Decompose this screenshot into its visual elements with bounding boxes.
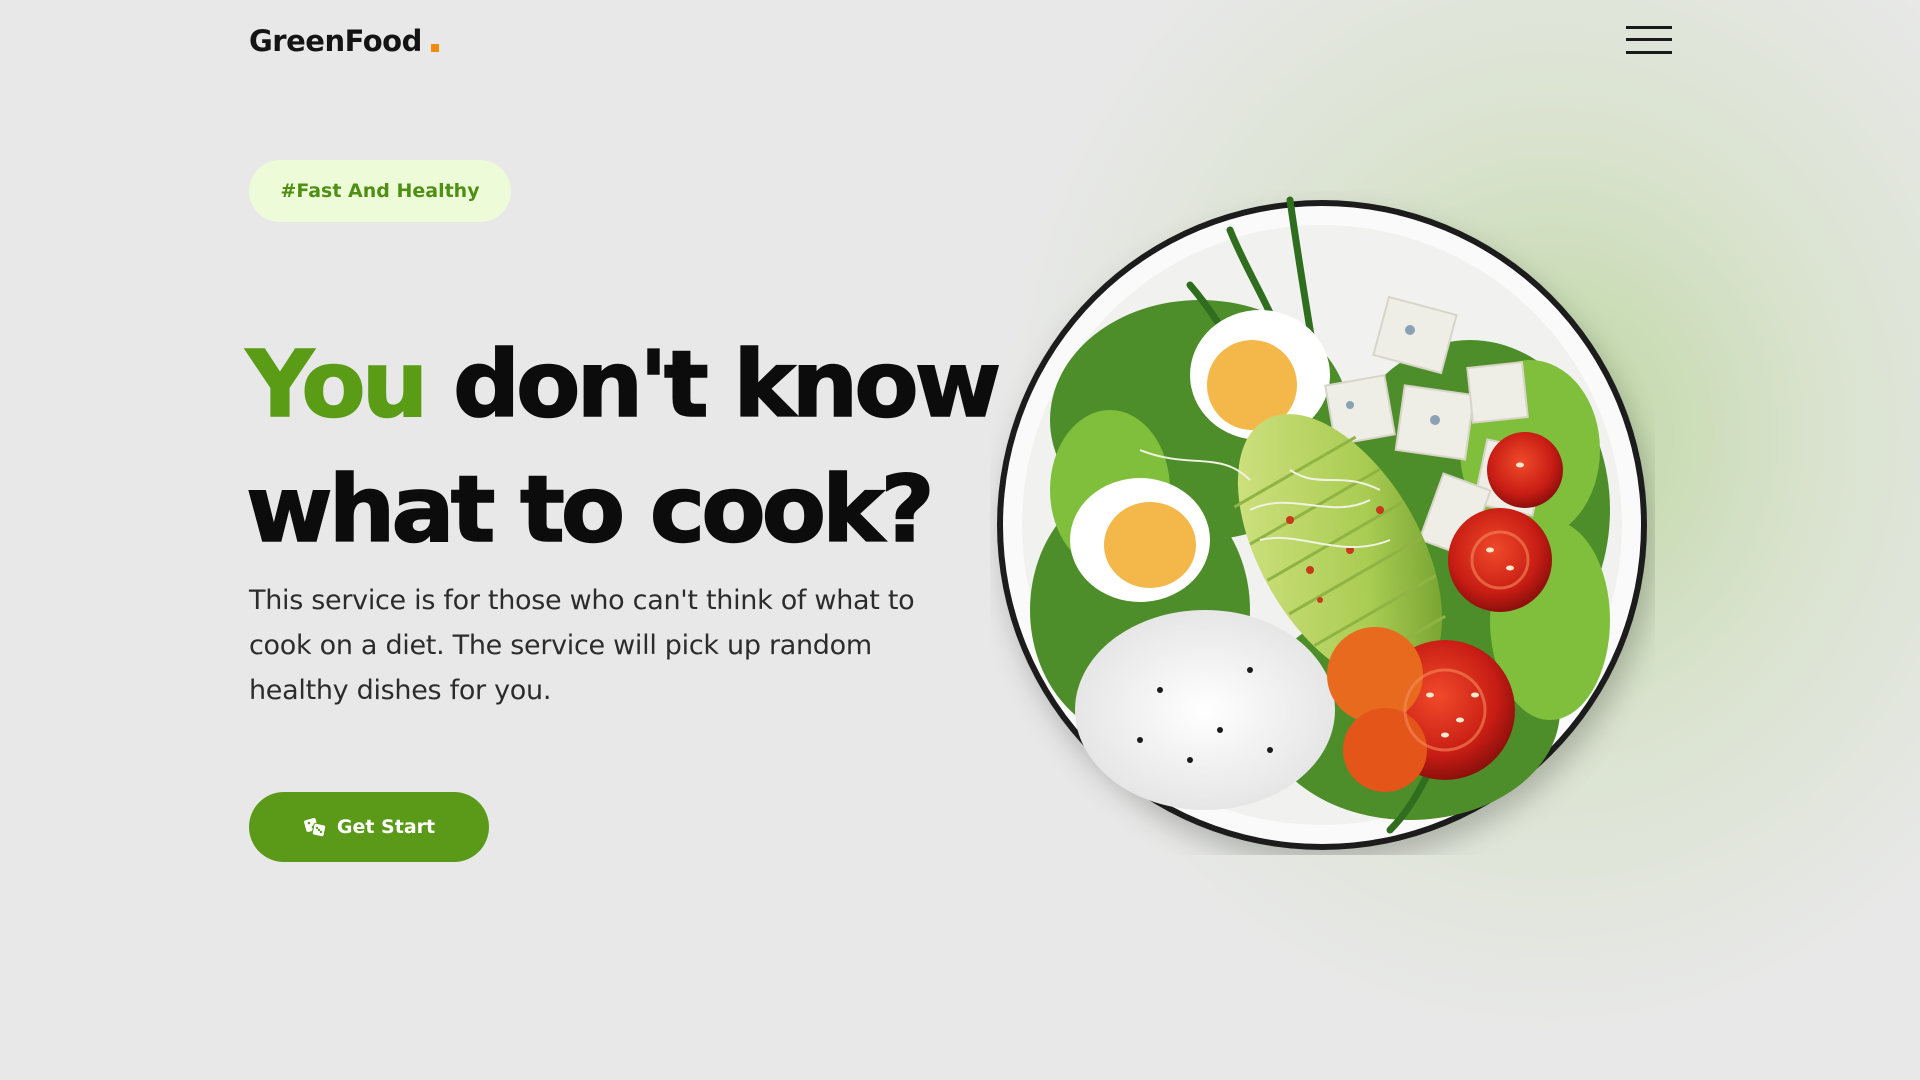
logo-dot	[430, 44, 439, 52]
headline-line2: what to cook?	[245, 455, 935, 564]
dice-icon	[303, 818, 327, 838]
hero-headline: You don't know what to cook?	[245, 322, 1002, 572]
get-start-label: Get Start	[336, 816, 436, 838]
get-start-button[interactable]: Get Start	[249, 792, 489, 862]
headline-line1-rest: don't know	[452, 330, 1002, 439]
salad-bowl-image	[990, 190, 1655, 855]
hero-description: This service is for those who can't thin…	[249, 585, 915, 706]
hamburger-menu-icon[interactable]	[1626, 24, 1672, 56]
logo-text: GreenFood	[249, 24, 422, 58]
hero-badge: #Fast And Healthy	[249, 160, 511, 222]
headline-accent: You	[245, 330, 429, 439]
logo[interactable]: GreenFood	[249, 24, 439, 58]
